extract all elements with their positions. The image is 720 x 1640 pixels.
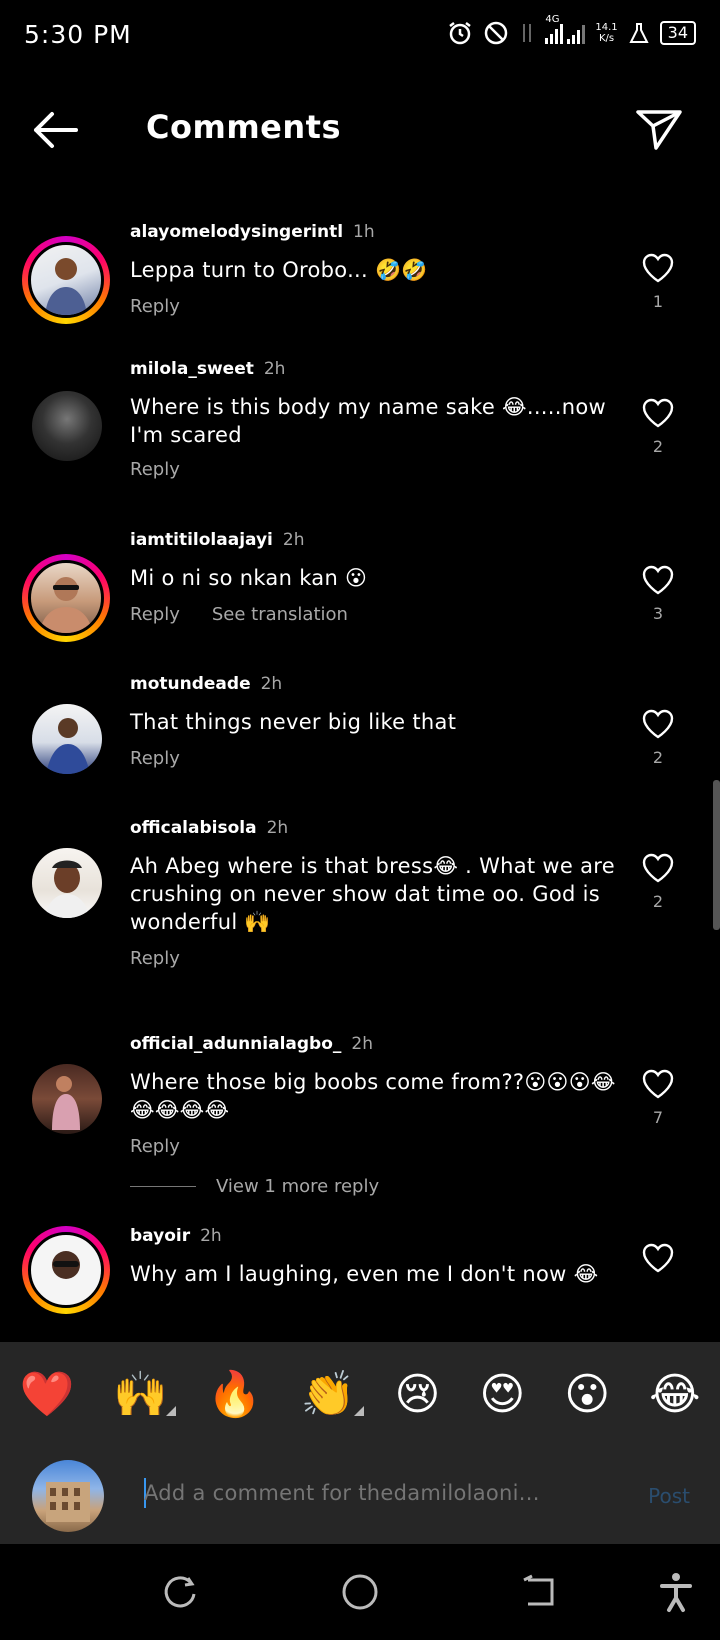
like-count: 7 bbox=[652, 1108, 664, 1127]
like-button[interactable] bbox=[638, 1242, 678, 1278]
like-button[interactable]: 2 bbox=[638, 708, 678, 767]
heart-outline-icon[interactable] bbox=[641, 252, 675, 284]
avatar-frame[interactable] bbox=[22, 838, 110, 926]
reaction-heart-eyes[interactable]: 😍 bbox=[479, 1369, 525, 1420]
avatar-frame[interactable] bbox=[22, 1054, 110, 1142]
scrollbar[interactable] bbox=[713, 780, 720, 930]
reaction-clap[interactable]: 👏 bbox=[301, 1368, 364, 1420]
system-nav-bar bbox=[0, 1544, 720, 1640]
reply-button[interactable]: Reply bbox=[130, 296, 180, 317]
status-icons: 4G 14.1 K/s 34 bbox=[447, 14, 696, 46]
reply-button[interactable]: Reply bbox=[130, 948, 180, 969]
story-ring[interactable] bbox=[22, 1226, 110, 1314]
page-title: Comments bbox=[146, 108, 341, 146]
comments-header: Comments bbox=[0, 90, 720, 170]
quick-reactions-bar: ❤️ 🙌 🔥 👏 😢 😍 😮 😂 bbox=[0, 1342, 720, 1446]
comment-username[interactable]: iamtitilolaajayi 2h bbox=[130, 530, 304, 550]
divider bbox=[130, 1186, 196, 1187]
comment-input[interactable] bbox=[142, 1480, 606, 1506]
reaction-laughing[interactable]: 😂 bbox=[649, 1369, 700, 1420]
avatar[interactable] bbox=[28, 1232, 104, 1308]
avatar[interactable] bbox=[32, 1064, 102, 1134]
comment-text: Where is this body my name sake 😂.....no… bbox=[130, 395, 606, 447]
home-icon[interactable] bbox=[338, 1570, 382, 1614]
like-count: 3 bbox=[652, 604, 664, 623]
reply-button[interactable]: Reply bbox=[130, 748, 180, 769]
reply-button[interactable]: Reply bbox=[130, 1136, 180, 1157]
avatar[interactable] bbox=[32, 391, 102, 461]
skin-tone-indicator bbox=[166, 1406, 177, 1416]
reaction-fire[interactable]: 🔥 bbox=[207, 1368, 262, 1420]
comment-list[interactable]: alayomelodysingerintl 1h Leppa turn to Or… bbox=[0, 176, 720, 1342]
avatar-frame[interactable] bbox=[22, 381, 110, 469]
comment-username[interactable]: motundeade 2h bbox=[130, 674, 282, 694]
reply-row: Reply See translation bbox=[130, 604, 348, 625]
avatar[interactable] bbox=[28, 242, 104, 318]
like-count: 2 bbox=[652, 892, 664, 911]
comment-username[interactable]: milola_sweet 2h bbox=[130, 359, 285, 379]
comment-composer: Post bbox=[0, 1446, 720, 1544]
comment-text: Why am I laughing, even me I don't now 😂 bbox=[130, 1262, 599, 1286]
avatar-frame[interactable] bbox=[22, 694, 110, 782]
accessibility-icon[interactable] bbox=[656, 1570, 696, 1614]
comment-username[interactable]: alayomelodysingerintl 1h bbox=[130, 222, 375, 242]
like-count: 2 bbox=[652, 437, 664, 456]
avatar[interactable] bbox=[32, 704, 102, 774]
see-translation-button[interactable]: See translation bbox=[212, 604, 348, 625]
avatar[interactable] bbox=[32, 848, 102, 918]
like-button[interactable]: 7 bbox=[638, 1068, 678, 1127]
heart-outline-icon[interactable] bbox=[641, 1242, 675, 1274]
heart-outline-icon[interactable] bbox=[641, 564, 675, 596]
lab-flask-icon bbox=[629, 23, 649, 43]
reaction-raised-hands[interactable]: 🙌 bbox=[113, 1368, 177, 1420]
reply-button[interactable]: Reply bbox=[130, 459, 180, 480]
comment-text: Mi o ni so nkan kan 😮 bbox=[130, 566, 368, 590]
my-avatar bbox=[32, 1460, 104, 1532]
view-more-replies[interactable]: View 1 more reply bbox=[130, 1176, 379, 1197]
comment-text: That things never big like that bbox=[130, 710, 457, 734]
alarm-icon bbox=[449, 22, 472, 45]
like-count: 1 bbox=[652, 292, 664, 311]
post-button[interactable]: Post bbox=[648, 1484, 690, 1508]
status-bar: 5:30 PM 4G 14.1 K/s 34 bbox=[0, 0, 720, 74]
network-type: 4G bbox=[545, 14, 560, 25]
comment-username[interactable]: officalabisola 2h bbox=[130, 818, 288, 838]
heart-outline-icon[interactable] bbox=[641, 708, 675, 740]
like-button[interactable]: 1 bbox=[638, 252, 678, 311]
signal-2-icon bbox=[567, 22, 586, 44]
like-button[interactable]: 2 bbox=[638, 397, 678, 456]
comment-text: Leppa turn to Orobo... 🤣🤣 bbox=[130, 258, 428, 282]
heart-outline-icon[interactable] bbox=[641, 1068, 675, 1100]
comment-text: Where those big boobs come from??😮😮😮😂😂😂😂… bbox=[130, 1070, 616, 1122]
reply-button[interactable]: Reply bbox=[130, 604, 180, 625]
comment-text: Ah Abeg where is that bress😂 . What we a… bbox=[130, 854, 615, 934]
skin-tone-indicator bbox=[353, 1406, 364, 1416]
status-time: 5:30 PM bbox=[24, 20, 132, 49]
reaction-crying[interactable]: 😢 bbox=[395, 1369, 441, 1420]
network-speed: 14.1 K/s bbox=[595, 22, 618, 44]
comment-username[interactable]: official_adunnialagbo_ 2h bbox=[130, 1034, 373, 1054]
data-transfer-icon bbox=[523, 24, 532, 42]
arrow-left-icon[interactable] bbox=[30, 108, 80, 152]
avatar[interactable] bbox=[28, 560, 104, 636]
story-ring[interactable] bbox=[22, 554, 110, 642]
battery-indicator: 34 bbox=[659, 21, 696, 45]
comment-username[interactable]: bayoir 2h bbox=[130, 1226, 222, 1246]
heart-outline-icon[interactable] bbox=[641, 397, 675, 429]
reaction-wow[interactable]: 😮 bbox=[564, 1369, 610, 1420]
story-ring[interactable] bbox=[22, 236, 110, 324]
like-button[interactable]: 3 bbox=[638, 564, 678, 623]
back-nav-icon[interactable] bbox=[520, 1572, 560, 1612]
recent-apps-icon[interactable] bbox=[160, 1572, 200, 1612]
do-not-disturb-icon bbox=[485, 21, 508, 45]
paper-plane-icon[interactable] bbox=[634, 104, 684, 154]
reaction-heart[interactable]: ❤️ bbox=[19, 1368, 74, 1420]
heart-outline-icon[interactable] bbox=[641, 852, 675, 884]
like-count: 2 bbox=[652, 748, 664, 767]
signal-icon bbox=[545, 22, 564, 44]
like-button[interactable]: 2 bbox=[638, 852, 678, 911]
